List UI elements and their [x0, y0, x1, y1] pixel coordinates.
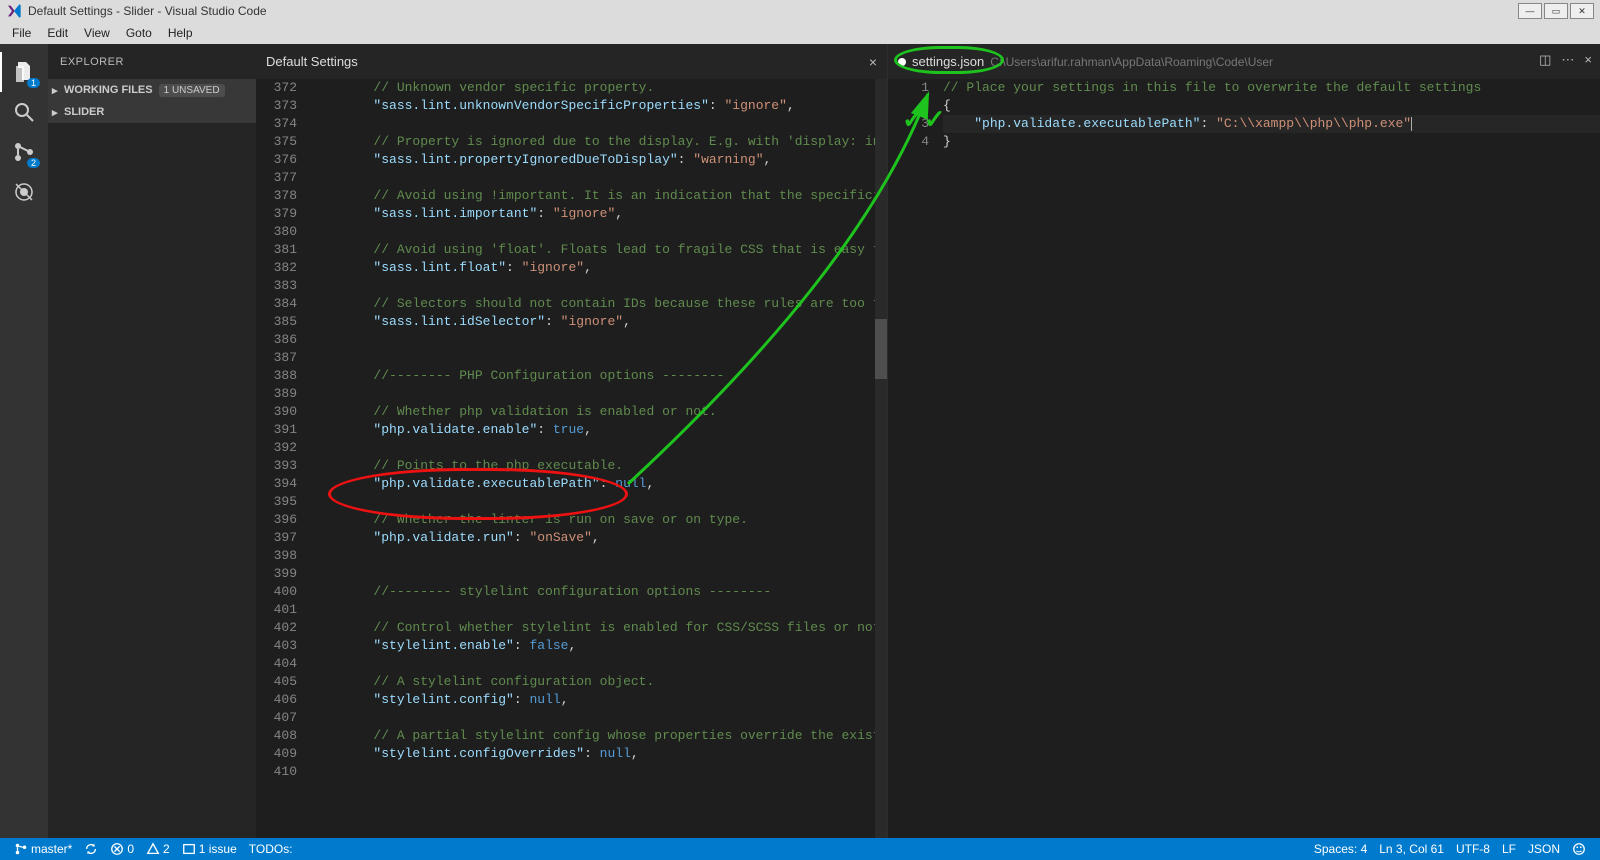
explorer-badge: 1	[27, 78, 40, 88]
activity-search[interactable]	[0, 92, 48, 132]
status-encoding[interactable]: UTF-8	[1450, 842, 1496, 856]
sidebar-section-label: WORKING FILES	[64, 84, 153, 96]
gutter-left: 3723733743753763773783793803813823833843…	[256, 79, 311, 838]
git-badge: 2	[27, 158, 40, 168]
editor-actions: ◫ ⋯ ×	[1539, 52, 1592, 68]
tabbar-left: Default Settings ×	[256, 44, 887, 79]
status-position[interactable]: Ln 3, Col 61	[1373, 842, 1450, 856]
search-icon	[12, 100, 36, 124]
status-branch[interactable]: master*	[8, 842, 78, 856]
sidebar: EXPLORER ▸ WORKING FILES 1 UNSAVED ▸ SLI…	[48, 44, 256, 838]
scrollbar-thumb[interactable]	[875, 319, 887, 379]
status-todos[interactable]: TODOs:	[243, 842, 299, 856]
activity-debug[interactable]	[0, 172, 48, 212]
chevron-right-icon: ▸	[52, 106, 64, 119]
smiley-icon	[1572, 842, 1586, 856]
editor-group: Default Settings × 372373374375376377378…	[256, 44, 1600, 838]
sidebar-section-working-files[interactable]: ▸ WORKING FILES 1 UNSAVED	[48, 79, 256, 101]
close-icon[interactable]: ×	[869, 54, 877, 70]
activity-bar: 1 2	[0, 44, 48, 838]
sidebar-title: EXPLORER	[48, 44, 256, 79]
activity-explorer[interactable]: 1	[0, 52, 48, 92]
minimize-button[interactable]: —	[1518, 3, 1542, 19]
tab-settings-json[interactable]: settings.json	[912, 54, 984, 69]
warning-icon	[146, 842, 160, 856]
code-area-left[interactable]: 3723733743753763773783793803813823833843…	[256, 79, 887, 838]
status-spaces[interactable]: Spaces: 4	[1308, 842, 1373, 856]
window-controls: — ▭ ✕	[1518, 3, 1594, 19]
status-feedback[interactable]	[1566, 842, 1592, 856]
status-sync[interactable]	[78, 842, 104, 856]
window-titlebar: Default Settings - Slider - Visual Studi…	[0, 0, 1600, 22]
menu-help[interactable]: Help	[160, 24, 201, 42]
editor-pane-settings-json: settings.json C:\Users\arifur.rahman\App…	[888, 44, 1600, 838]
window-title: Default Settings - Slider - Visual Studi…	[28, 4, 1518, 18]
maximize-button[interactable]: ▭	[1544, 3, 1568, 19]
tab-path: C:\Users\arifur.rahman\AppData\Roaming\C…	[990, 55, 1273, 69]
status-language[interactable]: JSON	[1522, 842, 1566, 856]
dirty-indicator-icon	[898, 58, 906, 66]
status-errors[interactable]: 0	[104, 842, 140, 856]
status-issues[interactable]: 1 issue	[176, 842, 243, 856]
branch-icon	[14, 842, 28, 856]
editor-pane-default-settings: Default Settings × 372373374375376377378…	[256, 44, 888, 838]
bug-icon	[12, 180, 36, 204]
gutter-right: 1234	[888, 79, 943, 838]
close-button[interactable]: ✕	[1570, 3, 1594, 19]
code-left[interactable]: // Unknown vendor specific property. "sa…	[311, 79, 875, 838]
chevron-right-icon: ▸	[52, 84, 64, 97]
vscode-icon	[6, 3, 22, 19]
more-icon[interactable]: ⋯	[1561, 52, 1574, 68]
code-area-right[interactable]: 1234 // Place your settings in this file…	[888, 79, 1600, 838]
tab-default-settings[interactable]: Default Settings	[266, 54, 358, 69]
scrollbar-vertical[interactable]	[875, 79, 887, 838]
menu-edit[interactable]: Edit	[39, 24, 76, 42]
sidebar-section-slider[interactable]: ▸ SLIDER	[48, 101, 256, 123]
sidebar-section-label: SLIDER	[64, 106, 104, 118]
tabbar-right: settings.json C:\Users\arifur.rahman\App…	[888, 44, 1600, 79]
activity-git[interactable]: 2	[0, 132, 48, 172]
menubar: File Edit View Goto Help	[0, 22, 1600, 44]
issue-icon	[182, 842, 196, 856]
menu-file[interactable]: File	[4, 24, 39, 42]
split-editor-icon[interactable]: ◫	[1539, 52, 1551, 68]
error-icon	[110, 842, 124, 856]
status-eol[interactable]: LF	[1496, 842, 1522, 856]
menu-view[interactable]: View	[76, 24, 118, 42]
menu-goto[interactable]: Goto	[118, 24, 160, 42]
status-warnings[interactable]: 2	[140, 842, 176, 856]
unsaved-pill: 1 UNSAVED	[159, 84, 225, 97]
statusbar: master* 0 2 1 issue TODOs: Spaces: 4 Ln …	[0, 838, 1600, 860]
close-icon[interactable]: ×	[1584, 52, 1592, 68]
code-right[interactable]: // Place your settings in this file to o…	[943, 79, 1600, 838]
sync-icon	[84, 842, 98, 856]
